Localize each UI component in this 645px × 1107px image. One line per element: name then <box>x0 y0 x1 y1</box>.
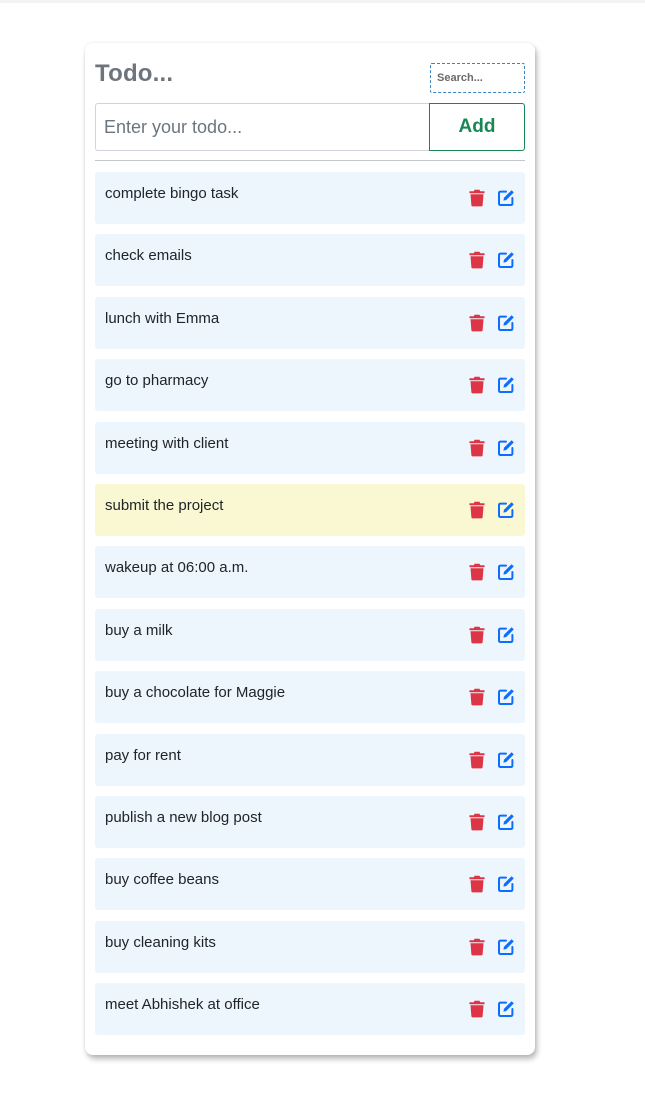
add-button[interactable]: Add <box>429 103 525 151</box>
trash-icon[interactable] <box>467 937 487 957</box>
todo-item-text: wakeup at 06:00 a.m. <box>105 559 249 577</box>
todo-item-text: pay for rent <box>105 746 181 764</box>
trash-icon[interactable] <box>467 375 487 395</box>
edit-icon[interactable] <box>496 937 516 957</box>
todo-item-text: meet Abhishek at office <box>105 996 260 1014</box>
todo-item: meet Abhishek at office <box>95 983 525 1036</box>
trash-icon[interactable] <box>467 625 487 645</box>
todo-item-text: buy a milk <box>105 621 173 639</box>
edit-icon[interactable] <box>496 250 516 270</box>
trash-icon[interactable] <box>467 188 487 208</box>
edit-icon[interactable] <box>496 625 516 645</box>
trash-icon[interactable] <box>467 250 487 270</box>
todo-item: buy a milk <box>95 608 525 661</box>
search-input[interactable] <box>430 63 525 93</box>
trash-icon[interactable] <box>467 750 487 770</box>
trash-icon[interactable] <box>467 687 487 707</box>
todo-item: buy coffee beans <box>95 858 525 911</box>
trash-icon[interactable] <box>467 812 487 832</box>
todo-item: buy a chocolate for Maggie <box>95 671 525 724</box>
todo-item: complete bingo task <box>95 172 525 224</box>
edit-icon[interactable] <box>496 375 516 395</box>
todo-item: buy cleaning kits <box>95 920 525 973</box>
todo-item: lunch with Emma <box>95 296 525 349</box>
trash-icon[interactable] <box>467 874 487 894</box>
todo-item: pay for rent <box>95 733 525 786</box>
edit-icon[interactable] <box>496 438 516 458</box>
todo-item: wakeup at 06:00 a.m. <box>95 546 525 599</box>
trash-icon[interactable] <box>467 313 487 333</box>
edit-icon[interactable] <box>496 874 516 894</box>
todo-item-text: check emails <box>105 247 192 265</box>
trash-icon[interactable] <box>467 562 487 582</box>
todo-item-text: publish a new blog post <box>105 808 262 826</box>
todo-item: submit the project <box>95 483 525 536</box>
todo-list: complete bingo task check emails lunch w… <box>95 172 525 1045</box>
edit-icon[interactable] <box>496 999 516 1019</box>
todo-item-text: lunch with Emma <box>105 309 220 327</box>
divider <box>95 160 525 161</box>
top-strip <box>0 0 645 3</box>
edit-icon[interactable] <box>496 500 516 520</box>
trash-icon[interactable] <box>467 999 487 1019</box>
edit-icon[interactable] <box>496 562 516 582</box>
todo-item-text: buy cleaning kits <box>105 933 216 951</box>
edit-icon[interactable] <box>496 812 516 832</box>
trash-icon[interactable] <box>467 438 487 458</box>
todo-item: publish a new blog post <box>95 795 525 848</box>
todo-item-text: complete bingo task <box>105 185 239 202</box>
page-title: Todo... <box>95 60 174 87</box>
todo-item-text: buy a chocolate for Maggie <box>105 684 286 702</box>
todo-item: go to pharmacy <box>95 359 525 412</box>
edit-icon[interactable] <box>496 687 516 707</box>
todo-item-text: meeting with client <box>105 434 229 452</box>
todo-input[interactable] <box>95 103 431 151</box>
edit-icon[interactable] <box>496 188 516 208</box>
trash-icon[interactable] <box>467 500 487 520</box>
edit-icon[interactable] <box>496 313 516 333</box>
todo-item-text: go to pharmacy <box>105 372 209 390</box>
add-todo-form: Add <box>95 103 525 151</box>
todo-item: meeting with client <box>95 421 525 474</box>
edit-icon[interactable] <box>496 750 516 770</box>
todo-card: Todo... Add complete bingo task check em… <box>85 43 535 1055</box>
todo-item-text: submit the project <box>105 496 224 514</box>
todo-item-text: buy coffee beans <box>105 871 219 889</box>
todo-item: check emails <box>95 234 525 287</box>
